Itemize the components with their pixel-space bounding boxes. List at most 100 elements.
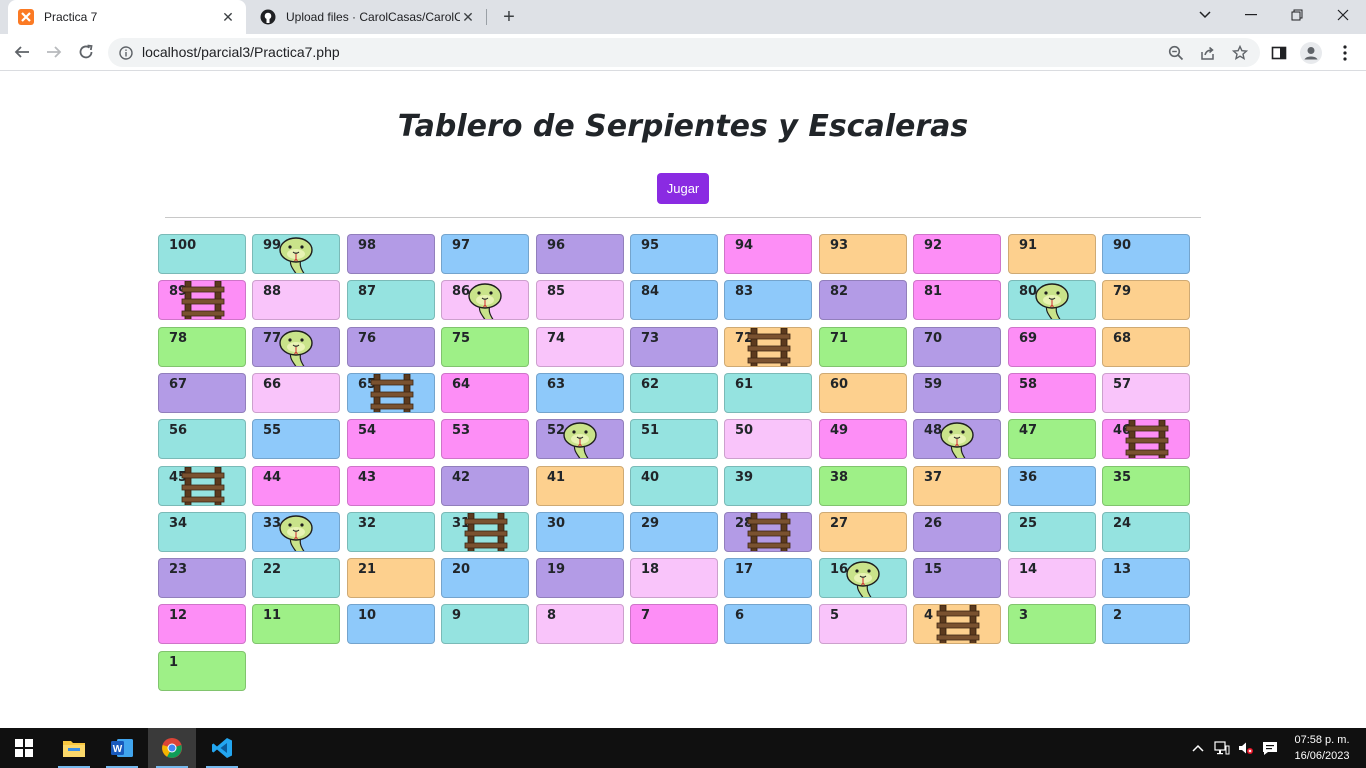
- cell-number: 42: [452, 470, 471, 485]
- board-cell: 1: [158, 651, 246, 691]
- cell-number: 63: [547, 377, 566, 392]
- minimize-icon[interactable]: [1228, 0, 1274, 30]
- cell-number: 23: [169, 562, 188, 577]
- network-icon[interactable]: [1212, 738, 1232, 758]
- cell-number: 56: [169, 423, 188, 438]
- cell-number: 12: [169, 608, 188, 623]
- file-explorer-icon[interactable]: [50, 728, 98, 768]
- cell-number: 57: [1113, 377, 1132, 392]
- cell-number: 18: [641, 562, 660, 577]
- snake-icon: [279, 330, 313, 366]
- cell-number: 40: [641, 470, 660, 485]
- cell-number: 69: [1019, 331, 1038, 346]
- cell-number: 54: [358, 423, 377, 438]
- share-icon[interactable]: [1198, 43, 1218, 63]
- board-cell: 93: [819, 234, 907, 274]
- board-cell: 49: [819, 419, 907, 459]
- cell-number: 91: [1019, 238, 1038, 253]
- board-cell: 61: [724, 373, 812, 413]
- site-info-icon[interactable]: [116, 43, 136, 63]
- address-bar[interactable]: localhost/parcial3/Practica7.php: [108, 38, 1260, 67]
- board-cell: 46: [1102, 419, 1190, 459]
- close-window-icon[interactable]: [1320, 0, 1366, 30]
- zoom-icon[interactable]: [1166, 43, 1186, 63]
- board-cell: 94: [724, 234, 812, 274]
- volume-muted-icon[interactable]: [1236, 738, 1256, 758]
- cell-number: 14: [1019, 562, 1038, 577]
- reload-icon[interactable]: [72, 38, 100, 66]
- menu-kebab-icon[interactable]: [1334, 42, 1356, 64]
- board-cell: 59: [913, 373, 1001, 413]
- cell-number: 32: [358, 516, 377, 531]
- board-cell: 78: [158, 327, 246, 367]
- cell-number: 22: [263, 562, 282, 577]
- close-tab-icon[interactable]: ✕: [460, 9, 476, 25]
- board-cell: 47: [1008, 419, 1096, 459]
- cell-number: 38: [830, 470, 849, 485]
- board-cell: 90: [1102, 234, 1190, 274]
- board-cell: 84: [630, 280, 718, 320]
- tab-upload-files[interactable]: Upload files · CarolCasas/CarolCa ✕: [250, 0, 486, 34]
- profile-avatar-icon[interactable]: [1300, 42, 1322, 64]
- board-cell: 80: [1008, 280, 1096, 320]
- board-cell: 16: [819, 558, 907, 598]
- cell-number: 8: [547, 608, 557, 623]
- cell-number: 58: [1019, 377, 1038, 392]
- board-cell: 3: [1008, 604, 1096, 644]
- cell-number: 35: [1113, 470, 1132, 485]
- restore-icon[interactable]: [1274, 0, 1320, 30]
- board-cell: 13: [1102, 558, 1190, 598]
- cell-number: 7: [641, 608, 651, 623]
- board-cell: 31: [441, 512, 529, 552]
- board-cell: 64: [441, 373, 529, 413]
- board-cell: 40: [630, 466, 718, 506]
- board-cell: 2: [1102, 604, 1190, 644]
- board-cell: 24: [1102, 512, 1190, 552]
- cell-number: 43: [358, 470, 377, 485]
- windows-taskbar: W 07:58 p. m. 16/06/2023: [0, 728, 1366, 768]
- cell-number: 27: [830, 516, 849, 531]
- game-board: 100 99 98 97 96 95 94 93 92 91 90 89 88 87 86 85 84 83 82 8…: [158, 234, 1198, 694]
- board-cell: 21: [347, 558, 435, 598]
- new-tab-icon[interactable]: +: [498, 6, 520, 28]
- windows-start-icon[interactable]: [0, 728, 48, 768]
- tab-search-icon[interactable]: [1182, 0, 1228, 30]
- side-panel-icon[interactable]: [1268, 42, 1290, 64]
- tab-separator: [486, 9, 487, 25]
- board-cell: 30: [536, 512, 624, 552]
- cell-number: 10: [358, 608, 377, 623]
- board-cell: 38: [819, 466, 907, 506]
- url-text[interactable]: localhost/parcial3/Practica7.php: [142, 38, 340, 67]
- cell-number: 71: [830, 331, 849, 346]
- board-cell: 37: [913, 466, 1001, 506]
- back-icon[interactable]: [8, 38, 36, 66]
- svg-text:W: W: [113, 744, 123, 755]
- browser-toolbar: localhost/parcial3/Practica7.php: [0, 34, 1366, 71]
- cell-number: 92: [924, 238, 943, 253]
- board-cell: 12: [158, 604, 246, 644]
- snake-icon: [940, 422, 974, 458]
- board-cell: 35: [1102, 466, 1190, 506]
- bookmark-star-icon[interactable]: [1230, 43, 1250, 63]
- ladder-icon: [747, 328, 791, 366]
- board-cell: 65: [347, 373, 435, 413]
- play-button[interactable]: Jugar: [657, 173, 709, 204]
- forward-icon[interactable]: [40, 38, 68, 66]
- board-cell: 96: [536, 234, 624, 274]
- word-icon[interactable]: W: [98, 728, 146, 768]
- snake-icon: [279, 515, 313, 551]
- taskbar-clock[interactable]: 07:58 p. m. 16/06/2023: [1284, 732, 1360, 764]
- tab-practica-7[interactable]: Practica 7 ✕: [8, 0, 246, 34]
- cell-number: 78: [169, 331, 188, 346]
- cell-number: 95: [641, 238, 660, 253]
- notifications-icon[interactable]: [1260, 738, 1280, 758]
- chevron-up-icon[interactable]: [1188, 738, 1208, 758]
- cell-number: 79: [1113, 284, 1132, 299]
- browser-tab-bar: Practica 7 ✕ Upload files · CarolCasas/C…: [0, 0, 1366, 34]
- vscode-icon[interactable]: [198, 728, 246, 768]
- close-tab-icon[interactable]: ✕: [220, 9, 236, 25]
- board-cell: 88: [252, 280, 340, 320]
- chrome-icon[interactable]: [148, 728, 196, 768]
- ladder-icon: [747, 513, 791, 551]
- board-cell: 68: [1102, 327, 1190, 367]
